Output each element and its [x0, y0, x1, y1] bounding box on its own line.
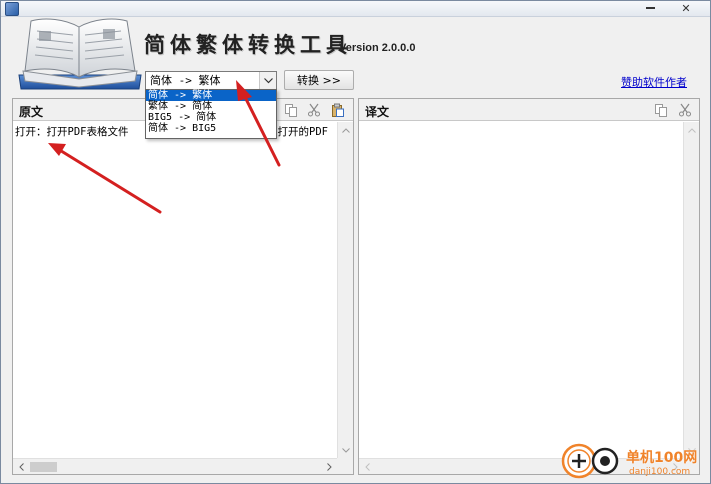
horizontal-scrollbar[interactable] [13, 458, 337, 474]
conversion-mode-value: 简体 -> 繁体 [150, 74, 221, 87]
watermark-brand: 单机100网 [626, 450, 698, 466]
copy-icon[interactable] [653, 102, 669, 118]
vertical-scrollbar[interactable] [337, 122, 353, 458]
convert-button[interactable]: 转换 >> [284, 70, 354, 90]
chevron-down-icon[interactable] [259, 72, 276, 89]
target-panel: 译文 [358, 98, 700, 475]
app-window: ✕ 简体繁体转换工具 Version 2.0.0.0 简体 -> 繁体 简体 -… [0, 0, 711, 484]
minimize-icon [645, 7, 655, 9]
watermark-logo [561, 443, 623, 479]
scroll-thumb[interactable] [30, 462, 57, 472]
dropdown-option[interactable]: 简体 -> 繁体 [146, 90, 276, 101]
scroll-up-icon[interactable] [684, 122, 700, 138]
open-book-logo [15, 9, 145, 95]
conversion-mode-select[interactable]: 简体 -> 繁体 [145, 71, 277, 90]
sponsor-author-link[interactable]: 赞助软件作者 [621, 74, 687, 90]
scroll-corner [337, 458, 353, 474]
source-panel-title: 原文 [19, 105, 44, 119]
scroll-right-icon[interactable] [321, 459, 337, 475]
source-text-start: 打开：打开PDF表格文件 [15, 126, 129, 138]
cut-icon[interactable] [306, 102, 322, 118]
close-icon: ✕ [681, 1, 691, 15]
target-panel-title: 译文 [365, 105, 390, 119]
dropdown-option[interactable]: 繁体 -> 简体 [146, 101, 276, 112]
copy-icon[interactable] [283, 102, 299, 118]
cut-icon[interactable] [677, 102, 693, 118]
target-text-area[interactable] [359, 122, 683, 458]
source-text-area[interactable]: 打开：打开PDF表格文件 前打开的PDF [13, 122, 337, 458]
scroll-left-icon[interactable] [359, 459, 375, 475]
close-button[interactable]: ✕ [669, 1, 703, 15]
target-panel-header: 译文 [359, 99, 699, 121]
paste-icon[interactable] [330, 102, 346, 118]
dropdown-option[interactable]: BIG5 -> 简体 [146, 112, 276, 123]
conversion-mode-dropdown: 简体 -> 繁体 繁体 -> 简体 BIG5 -> 简体 简体 -> BIG5 [145, 89, 277, 139]
app-title: 简体繁体转换工具 [144, 32, 352, 57]
minimize-button[interactable] [637, 1, 663, 15]
version-label: Version 2.0.0.0 [339, 42, 416, 54]
scroll-up-icon[interactable] [338, 122, 354, 138]
scroll-left-icon[interactable] [13, 459, 29, 475]
source-panel: 原文 打开：打开PDF表格文件 前打开的PDF [12, 98, 354, 475]
scroll-down-icon[interactable] [338, 442, 354, 458]
dropdown-option[interactable]: 简体 -> BIG5 [146, 123, 276, 134]
vertical-scrollbar[interactable] [683, 122, 699, 458]
watermark-url: danji100.com [629, 467, 691, 477]
